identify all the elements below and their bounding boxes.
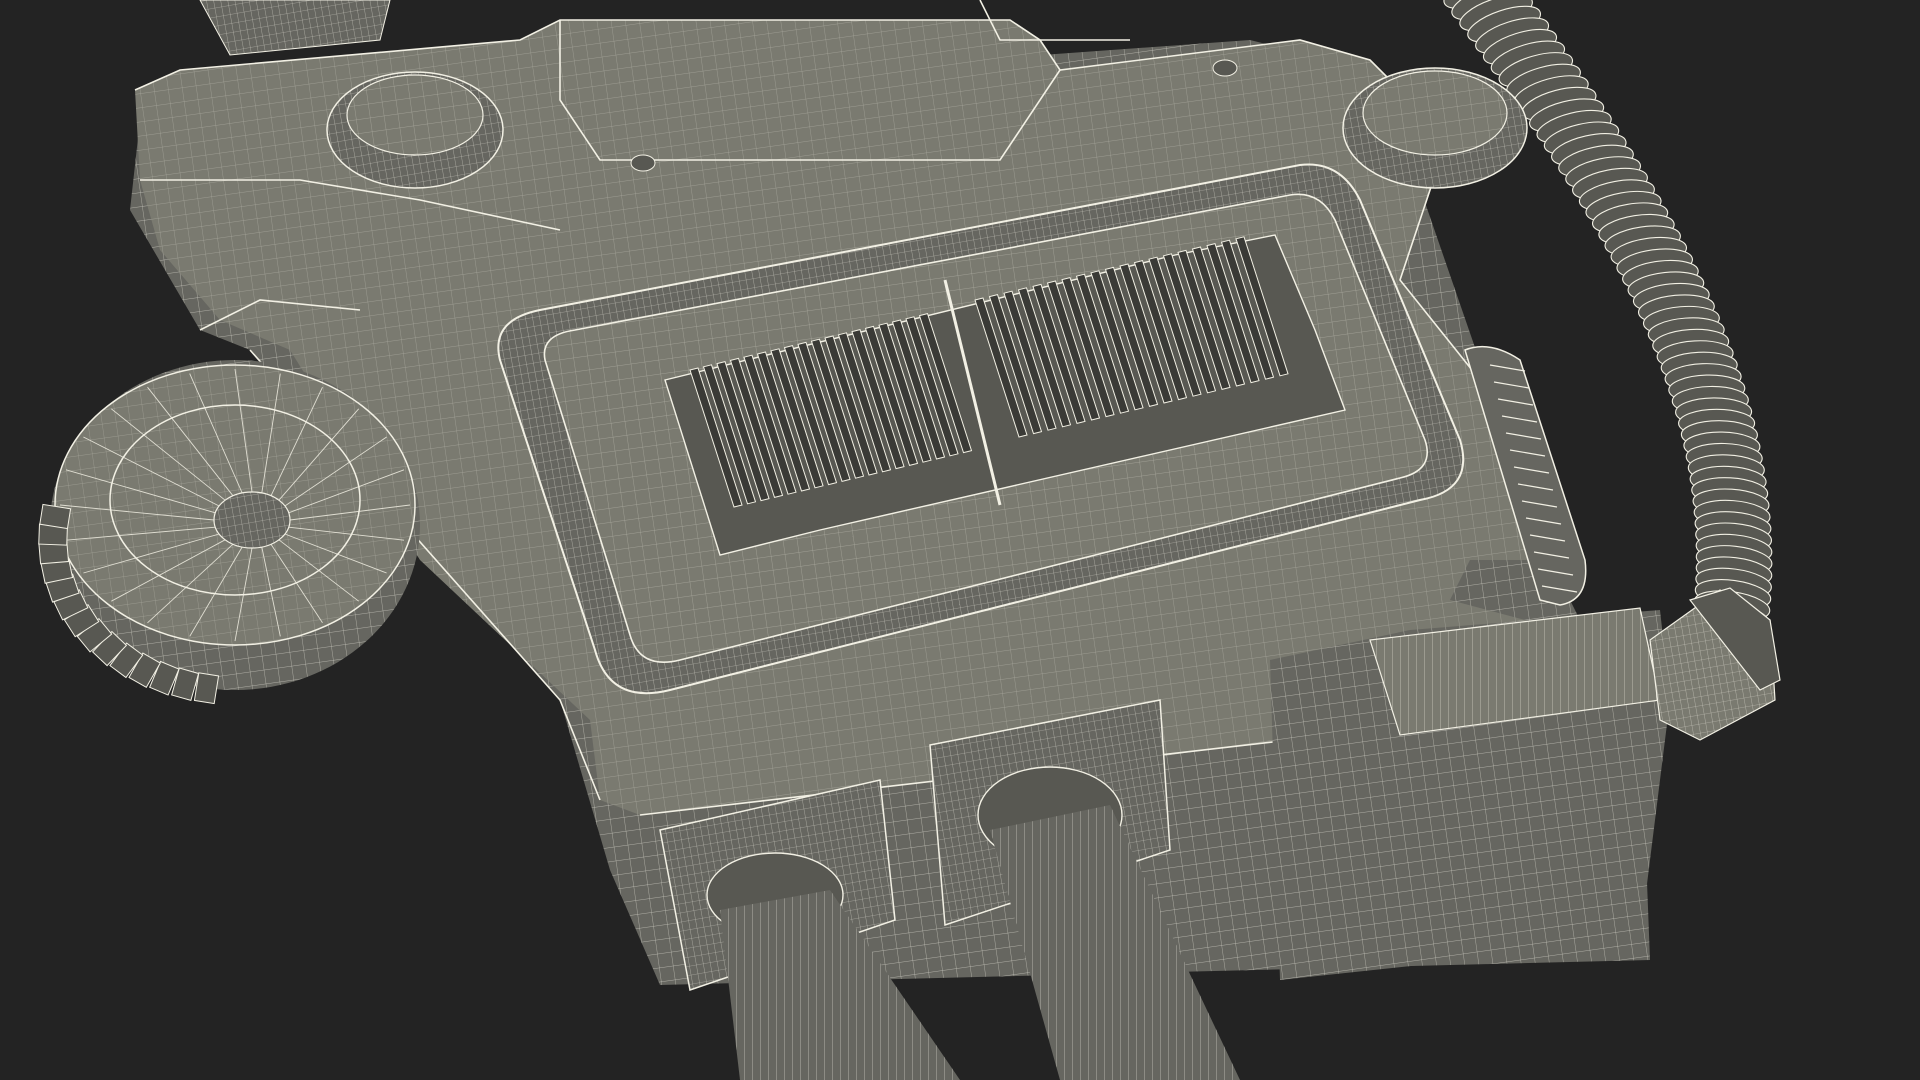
right-mount-ring <box>1342 67 1528 189</box>
top-mount-ring <box>326 71 504 189</box>
dial-tooth <box>39 503 72 530</box>
wireframe-render <box>0 0 1920 1080</box>
dial-tooth <box>193 672 220 705</box>
render-viewport <box>0 0 1920 1080</box>
